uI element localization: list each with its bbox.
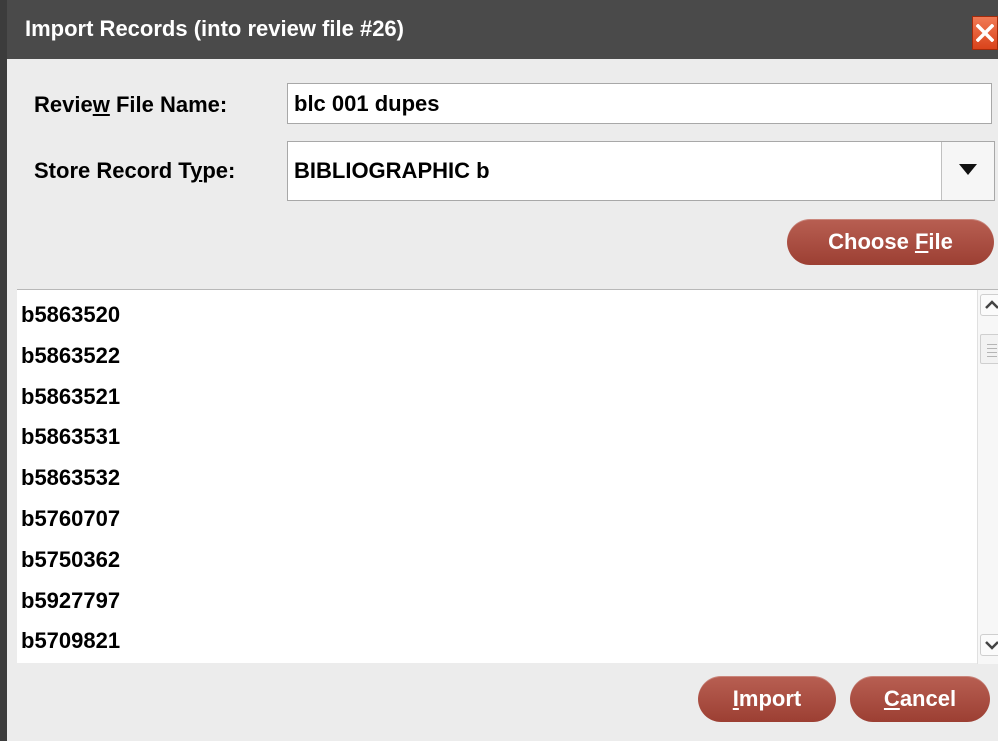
record-list-item[interactable]: b5863522 bbox=[21, 336, 120, 376]
scroll-up-button[interactable] bbox=[980, 294, 998, 316]
chevron-down-icon bbox=[985, 641, 998, 650]
dropdown-toggle-button[interactable] bbox=[941, 142, 994, 200]
store-record-type-value: BIBLIOGRAPHIC b bbox=[294, 158, 490, 183]
dialog-titlebar[interactable]: Import Records (into review file #26) bbox=[7, 0, 998, 59]
record-list[interactable]: b5863520 b5863522 b5863521 b5863531 b5863532… bbox=[17, 289, 998, 664]
scroll-down-button[interactable] bbox=[980, 634, 998, 656]
record-list-item[interactable]: b5927797 bbox=[21, 581, 120, 621]
record-list-item[interactable]: b5863520 bbox=[21, 295, 120, 335]
vertical-scrollbar[interactable] bbox=[977, 290, 998, 664]
close-x-icon bbox=[976, 24, 994, 42]
review-file-name-input[interactable]: blc 001 dupes bbox=[287, 83, 992, 124]
import-records-dialog: Import Records (into review file #26) Re… bbox=[0, 0, 998, 741]
record-list-item[interactable]: b5863532 bbox=[21, 458, 120, 498]
record-list-item[interactable]: b5709821 bbox=[21, 621, 120, 661]
import-button[interactable]: Import bbox=[698, 676, 836, 722]
review-file-name-label: Review File Name: bbox=[34, 92, 228, 117]
close-button[interactable] bbox=[972, 16, 998, 50]
dialog-title: Import Records (into review file #26) bbox=[25, 16, 404, 41]
record-list-item[interactable]: b5863531 bbox=[21, 417, 120, 457]
cancel-button[interactable]: Cancel bbox=[850, 676, 990, 722]
store-record-type-select[interactable]: BIBLIOGRAPHIC b bbox=[287, 141, 995, 201]
record-list-item[interactable]: b5750362 bbox=[21, 540, 120, 580]
choose-file-button[interactable]: Choose File bbox=[787, 219, 994, 265]
scrollbar-thumb[interactable] bbox=[980, 334, 998, 364]
record-list-item[interactable]: b5760707 bbox=[21, 499, 120, 539]
triangle-down-icon bbox=[959, 164, 977, 175]
record-list-item[interactable]: b5863521 bbox=[21, 377, 120, 417]
store-record-type-label: Store Record Type: bbox=[34, 158, 236, 183]
chevron-up-icon bbox=[985, 300, 998, 309]
